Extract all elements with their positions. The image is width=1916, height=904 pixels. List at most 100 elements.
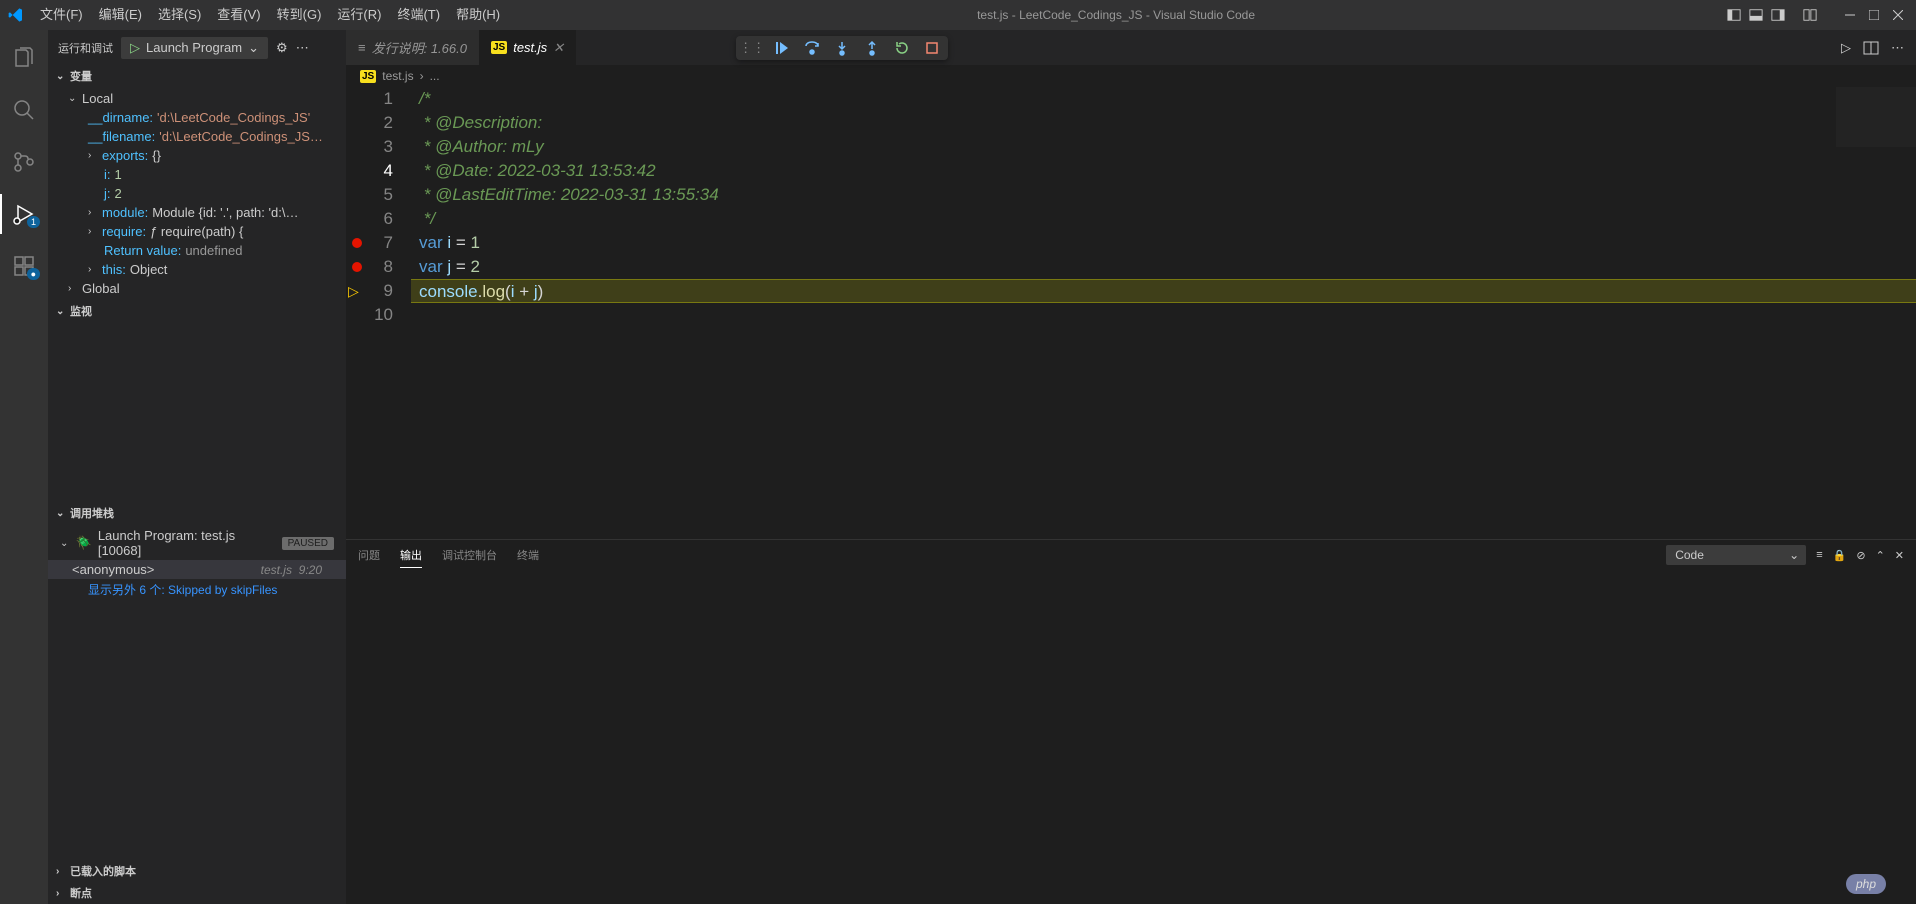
panel-tab-debug-console[interactable]: 调试控制台 [442, 543, 497, 567]
editor-area: ≡ 发行说明: 1.66.0 JS test.js ✕ ⋮⋮ ▷ ⋯ [346, 30, 1916, 904]
watch-section-header[interactable]: ⌄监视 [48, 300, 346, 322]
step-into-button[interactable] [834, 40, 850, 56]
activity-bar: 1 ● [0, 30, 48, 904]
callstack-section-header[interactable]: ⌄调用堆栈 [48, 502, 346, 524]
var-this[interactable]: ›this: Object [48, 260, 346, 279]
tab-release-notes[interactable]: ≡ 发行说明: 1.66.0 [346, 30, 479, 65]
breadcrumb[interactable]: JS test.js › ... [346, 65, 1916, 87]
panel-tab-terminal[interactable]: 终端 [517, 543, 539, 567]
clear-icon[interactable]: ⊘ [1856, 549, 1865, 562]
maximize-button[interactable] [1864, 5, 1884, 25]
layout-controls [1724, 5, 1820, 25]
lock-icon[interactable]: 🔒 [1833, 549, 1847, 562]
tab-label: test.js [513, 40, 547, 55]
php-badge: php [1846, 874, 1886, 894]
layout-bottom-icon[interactable] [1746, 5, 1766, 25]
split-editor-icon[interactable] [1863, 40, 1879, 56]
menu-edit[interactable]: 编辑(E) [91, 0, 150, 30]
var-require[interactable]: ›require: ƒ require(path) { [48, 222, 346, 241]
skip-files-link[interactable]: 显示另外 6 个: Skipped by skipFiles [48, 579, 346, 600]
step-over-button[interactable] [804, 40, 820, 56]
variables-section-header[interactable]: ⌄变量 [48, 65, 346, 87]
launch-config-select[interactable]: ▷ Launch Program ⌄ [121, 37, 268, 59]
watch-body [48, 322, 346, 502]
var-j[interactable]: j: 2 [48, 184, 346, 203]
minimap[interactable] [1836, 87, 1916, 147]
breadcrumb-sep: › [420, 69, 424, 83]
extensions-icon[interactable]: ● [0, 246, 48, 286]
vscode-icon [8, 7, 24, 23]
menu-terminal[interactable]: 终端(T) [389, 0, 448, 30]
source-control-icon[interactable] [0, 142, 48, 182]
gutter: 1 2 3 4 5 6 7 8 ▷9 10 [346, 87, 411, 539]
tab-label: 发行说明: 1.66.0 [372, 38, 467, 57]
code-lines[interactable]: /* * @Description: * @Author: mLy * @Dat… [411, 87, 1916, 539]
step-out-button[interactable] [864, 40, 880, 56]
layout-custom-icon[interactable] [1800, 5, 1820, 25]
continue-button[interactable] [774, 40, 790, 56]
var-filename[interactable]: __filename: 'd:\LeetCode_Codings_JS… [48, 127, 346, 146]
tabs-row: ≡ 发行说明: 1.66.0 JS test.js ✕ ⋮⋮ ▷ ⋯ [346, 30, 1916, 65]
var-return[interactable]: Return value: undefined [48, 241, 346, 260]
more-icon[interactable]: ⋯ [296, 40, 309, 56]
panel-body[interactable] [346, 570, 1916, 904]
bug-icon: 🪲 [76, 535, 92, 551]
layout-left-icon[interactable] [1724, 5, 1744, 25]
filter-icon[interactable]: ≡ [1816, 549, 1822, 561]
var-i[interactable]: i: 1 [48, 165, 346, 184]
stop-button[interactable] [924, 40, 940, 56]
js-icon: JS [360, 70, 376, 83]
list-icon: ≡ [358, 40, 366, 55]
close-button[interactable] [1888, 5, 1908, 25]
launch-config-name: Launch Program [146, 40, 242, 55]
loaded-scripts-header[interactable]: ›已载入的脚本 [48, 860, 346, 882]
callstack-program-name: Launch Program: test.js [10068] [98, 528, 276, 558]
menu-run[interactable]: 运行(R) [329, 0, 389, 30]
panel-tab-problems[interactable]: 问题 [358, 543, 380, 567]
chevron-down-icon: ⌄ [248, 40, 259, 56]
callstack-frame[interactable]: <anonymous> test.js 9:20 [48, 560, 346, 579]
breakpoint-icon[interactable] [352, 238, 362, 248]
more-icon[interactable]: ⋯ [1891, 40, 1904, 56]
debug-toolbar[interactable]: ⋮⋮ [736, 36, 948, 60]
run-icon[interactable]: ▷ [1841, 40, 1851, 56]
frame-name: <anonymous> [72, 562, 154, 577]
tab-test-js[interactable]: JS test.js ✕ [479, 30, 576, 65]
explorer-icon[interactable] [0, 38, 48, 78]
sidebar: 运行和调试 ▷ Launch Program ⌄ ⚙ ⋯ ⌄变量 ⌄Local … [48, 30, 346, 904]
close-panel-icon[interactable]: ✕ [1895, 549, 1904, 562]
menu-select[interactable]: 选择(S) [150, 0, 209, 30]
layout-right-icon[interactable] [1768, 5, 1788, 25]
local-scope[interactable]: ⌄Local [48, 89, 346, 108]
chevron-up-icon[interactable]: ⌃ [1876, 549, 1885, 562]
panel-tab-output[interactable]: 输出 [400, 543, 422, 568]
minimize-button[interactable] [1840, 5, 1860, 25]
output-channel-select[interactable]: Code⌄ [1666, 545, 1806, 565]
var-exports[interactable]: ›exports: {} [48, 146, 346, 165]
menu-help[interactable]: 帮助(H) [448, 0, 508, 30]
debug-icon[interactable]: 1 [0, 194, 48, 234]
global-scope[interactable]: ›Global [48, 279, 346, 298]
titlebar: 文件(F) 编辑(E) 选择(S) 查看(V) 转到(G) 运行(R) 终端(T… [0, 0, 1916, 30]
panel: 问题 输出 调试控制台 终端 Code⌄ ≡ 🔒 ⊘ ⌃ ✕ [346, 539, 1916, 904]
menu-goto[interactable]: 转到(G) [269, 0, 330, 30]
menu-view[interactable]: 查看(V) [209, 0, 268, 30]
code-editor[interactable]: 1 2 3 4 5 6 7 8 ▷9 10 /* * @Description:… [346, 87, 1916, 539]
paused-badge: PAUSED [282, 537, 334, 550]
search-icon[interactable] [0, 90, 48, 130]
menu-file[interactable]: 文件(F) [32, 0, 91, 30]
grip-icon[interactable]: ⋮⋮ [744, 40, 760, 56]
gear-icon[interactable]: ⚙ [276, 40, 288, 56]
breadcrumb-more: ... [430, 69, 440, 83]
var-module[interactable]: ›module: Module {id: '.', path: 'd:\… [48, 203, 346, 222]
breakpoints-header[interactable]: ›断点 [48, 882, 346, 904]
close-icon[interactable]: ✕ [553, 40, 564, 56]
play-icon: ▷ [130, 40, 140, 56]
breakpoint-icon[interactable] [352, 262, 362, 272]
run-debug-label: 运行和调试 [58, 40, 113, 56]
breadcrumb-file: test.js [382, 69, 413, 83]
callstack-program[interactable]: ⌄ 🪲 Launch Program: test.js [10068] PAUS… [48, 526, 346, 560]
window-title: test.js - LeetCode_Codings_JS - Visual S… [508, 8, 1724, 22]
var-dirname[interactable]: __dirname: 'd:\LeetCode_Codings_JS' [48, 108, 346, 127]
restart-button[interactable] [894, 40, 910, 56]
